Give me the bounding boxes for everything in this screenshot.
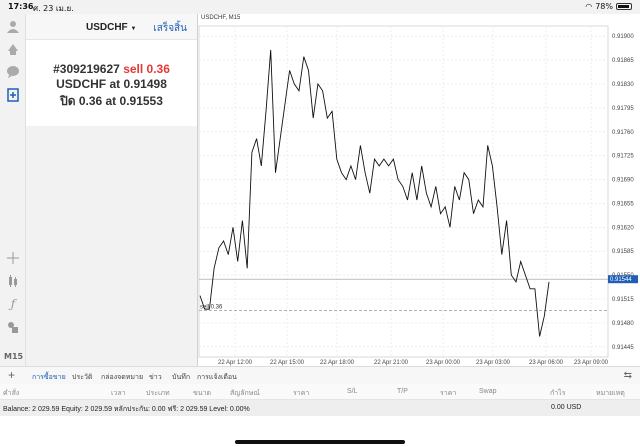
column-header: หมายเหตุ bbox=[596, 390, 625, 397]
account-icon[interactable] bbox=[5, 18, 21, 34]
battery-icon bbox=[616, 3, 632, 10]
tab-alerts[interactable]: การแจ้งเตือน bbox=[197, 372, 237, 383]
y-tick-label: 0.91480 bbox=[612, 321, 634, 327]
chat-icon[interactable] bbox=[5, 64, 21, 80]
y-tick-label: 0.91760 bbox=[612, 130, 634, 136]
terminal-columns: คำสั่ง เวลา ประเภท ขนาด สัญลักษณ์ ราคา S… bbox=[0, 384, 640, 400]
price-chart[interactable]: 0.91900 0.91865 0.91830 0.91795 0.91760 0.917… bbox=[197, 14, 640, 366]
done-button[interactable]: เสร็จสิ้น bbox=[153, 21, 187, 36]
layout-icon[interactable]: ⇆ bbox=[624, 370, 632, 381]
status-bar: 17:36 ศ. 23 เม.ย. ◠ 78% bbox=[0, 0, 640, 14]
y-tick-label: 0.91515 bbox=[612, 297, 634, 303]
column-header: ประเภท bbox=[146, 390, 170, 397]
column-header: S/L bbox=[347, 388, 358, 395]
y-tick-label: 0.91690 bbox=[612, 178, 634, 184]
current-price-label: 0.91544 bbox=[610, 277, 632, 283]
home-indicator[interactable] bbox=[235, 440, 405, 444]
y-tick-label: 0.91445 bbox=[612, 345, 634, 351]
trade-icon[interactable] bbox=[5, 41, 21, 57]
panel-empty-area bbox=[26, 126, 197, 366]
symbol-selector[interactable]: USDCHF ▼ bbox=[86, 22, 136, 33]
plot-frame bbox=[198, 25, 609, 358]
order-open-price: 0.91498 bbox=[123, 77, 167, 91]
y-tick-label: 0.91655 bbox=[612, 201, 634, 207]
order-close-prefix: ปิด 0.36 at bbox=[60, 94, 117, 108]
tab-mailbox[interactable]: กล่องจดหมาย bbox=[101, 372, 143, 383]
column-header: เวลา bbox=[111, 390, 126, 397]
panel-header: USDCHF ▼ เสร็จสิ้น bbox=[26, 14, 197, 40]
status-right: ◠ 78% bbox=[585, 2, 632, 11]
order-close-line: ปิด 0.36 at 0.91553 bbox=[26, 92, 197, 111]
order-close-price: 0.91553 bbox=[119, 94, 163, 108]
order-ticket: #309219627 bbox=[53, 62, 120, 76]
column-header: ราคา bbox=[293, 390, 310, 397]
add-icon[interactable]: + bbox=[8, 368, 15, 382]
y-tick-label: 0.91865 bbox=[612, 58, 634, 64]
tab-history[interactable]: ประวัติ bbox=[72, 372, 92, 383]
balance-profit: 0.00 USD bbox=[551, 404, 582, 411]
timeframe-label[interactable]: M15 bbox=[4, 352, 23, 361]
y-tick-label: 0.91620 bbox=[612, 225, 634, 231]
function-icon[interactable]: ƒ bbox=[5, 296, 21, 312]
tab-journal[interactable]: บันทึก bbox=[172, 372, 190, 383]
left-toolbar: ƒ M15 bbox=[0, 14, 26, 366]
symbol-label: USDCHF bbox=[86, 22, 128, 33]
crosshair-icon[interactable] bbox=[5, 250, 21, 266]
column-header: คำสั่ง bbox=[3, 390, 20, 397]
order-open-prefix: USDCHF at bbox=[56, 77, 121, 91]
column-header: ราคา bbox=[440, 390, 457, 397]
price-line bbox=[199, 49, 550, 337]
status-time: 17:36 bbox=[8, 2, 34, 11]
terminal-tabs: + การซื้อขาย ประวัติ กล่องจดหมาย ข่าว บั… bbox=[0, 366, 640, 386]
y-tick-label: 0.91795 bbox=[612, 106, 634, 112]
new-order-icon[interactable] bbox=[5, 87, 21, 103]
y-tick-label: 0.91725 bbox=[612, 154, 634, 160]
order-action: sell 0.36 bbox=[123, 62, 170, 76]
balance-row: Balance: 2 029.59 Equity: 2 029.59 หลักป… bbox=[0, 400, 640, 416]
wifi-icon: ◠ bbox=[585, 2, 593, 11]
column-header: สัญลักษณ์ bbox=[230, 390, 260, 397]
objects-icon[interactable] bbox=[5, 319, 21, 335]
column-header: กำไร bbox=[550, 390, 566, 397]
y-tick-label: 0.91900 bbox=[612, 34, 634, 40]
order-open-line: USDCHF at 0.91498 bbox=[26, 77, 197, 91]
column-header: Swap bbox=[479, 388, 497, 395]
y-tick-label: 0.91585 bbox=[612, 249, 634, 255]
balance-summary: Balance: 2 029.59 Equity: 2 029.59 หลักป… bbox=[3, 406, 250, 413]
chart-title: USDCHF, M15 bbox=[201, 15, 241, 21]
tab-news[interactable]: ข่าว bbox=[149, 372, 162, 383]
order-ticket-line: #309219627 sell 0.36 bbox=[26, 62, 197, 76]
column-header: T/P bbox=[397, 388, 408, 395]
battery-percent: 78% bbox=[595, 2, 613, 11]
y-tick-label: 0.91830 bbox=[612, 82, 634, 88]
chevron-down-icon: ▼ bbox=[130, 26, 137, 32]
candles-icon[interactable] bbox=[5, 273, 21, 289]
column-header: ขนาด bbox=[193, 390, 212, 397]
